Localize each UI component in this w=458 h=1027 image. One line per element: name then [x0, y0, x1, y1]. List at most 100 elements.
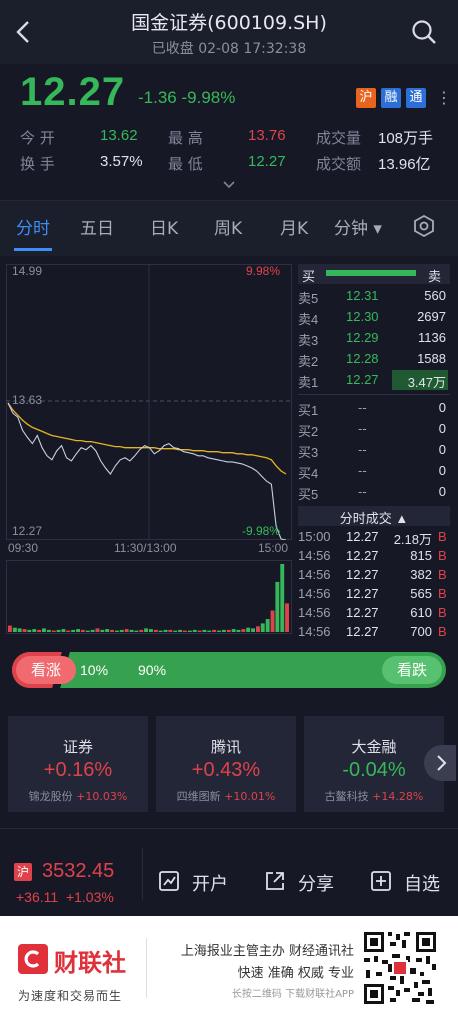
volume-bar — [260, 623, 265, 632]
pct-axis-min: -9.98% — [242, 524, 281, 538]
search-icon[interactable] — [410, 18, 438, 46]
trade-time: 14:56 — [298, 624, 331, 639]
amount-label: 成交额 — [316, 155, 362, 173]
volume-label: 成交量 — [316, 129, 362, 147]
volume-bar — [115, 630, 119, 632]
open-account-label: 开户 — [192, 874, 228, 895]
sector-name: 腾讯 — [210, 738, 241, 756]
footer-line2: 快速 准确 权威 专业 — [237, 966, 354, 981]
leader-name: 古鳌科技 — [324, 790, 369, 803]
ask4-price: 12.30 — [346, 309, 379, 324]
watchlist-label: 自选 — [404, 874, 440, 895]
shanghai-badge: 沪 — [356, 88, 376, 108]
volume-bar — [207, 630, 212, 632]
volume-bar — [270, 610, 275, 632]
volume-bar — [231, 629, 236, 632]
tab-five-day[interactable]: 五日 — [80, 214, 114, 239]
more-icon[interactable]: ⋮ — [436, 88, 452, 108]
toolbar-divider — [142, 848, 143, 900]
volume-bar — [56, 629, 61, 632]
footer-line3: 长按二维码 下载财联社APP — [231, 989, 354, 1000]
volume-bar — [22, 629, 27, 632]
trades-title[interactable]: 分时成交 ▲ — [298, 508, 450, 527]
next-sector-button[interactable] — [424, 745, 456, 781]
bearish-button[interactable]: 看跌 — [382, 656, 442, 684]
volume-bar — [226, 629, 231, 632]
volume-bar — [17, 628, 22, 632]
tab-monthly-k[interactable]: 月K — [280, 214, 308, 239]
bid3-price: -- — [358, 442, 367, 457]
tab-daily-k[interactable]: 日K — [150, 214, 178, 239]
ask5-price: 12.31 — [346, 288, 379, 303]
open-account-button[interactable]: 开户 — [158, 866, 264, 896]
volume-bar — [124, 629, 129, 632]
volume-bar — [192, 629, 197, 632]
tab-intraday[interactable]: 分时 — [16, 214, 50, 239]
footer-line1: 上海报业主管主办 财经通讯社 — [180, 944, 354, 959]
trade-price: 12.27 — [346, 586, 379, 601]
y-axis-max: 14.99 — [12, 264, 43, 278]
volume-bar — [187, 630, 192, 632]
bullish-button[interactable]: 看涨 — [16, 656, 76, 684]
volume-bar — [105, 629, 110, 632]
volume-bar — [110, 629, 114, 632]
volume-bar — [129, 629, 134, 632]
volume-bar — [8, 625, 12, 632]
volume-bar — [12, 627, 17, 632]
sector-card[interactable]: 证券 +0.16% 锦龙股份 +10.03% — [8, 716, 148, 812]
volume-bar — [256, 626, 260, 632]
high-value: 13.76 — [248, 127, 286, 144]
trade-qty: 815 — [410, 548, 432, 563]
brand-slogan: 为速度和交易而生 — [18, 989, 123, 1003]
volume-bar — [265, 619, 270, 632]
volume-bar — [66, 630, 71, 632]
sell-tag: 卖 — [428, 269, 442, 284]
volume-bar — [139, 629, 144, 632]
volume-bar — [37, 629, 42, 632]
trade-qty: 565 — [410, 586, 432, 601]
trade-price: 12.27 — [346, 567, 379, 582]
brand-logo-icon — [18, 944, 48, 974]
expand-chevron-icon[interactable] — [222, 180, 236, 190]
volume-bar — [246, 627, 251, 632]
sector-card[interactable]: 腾讯 +0.43% 四维图新 +10.01% — [156, 716, 296, 812]
ask2-price: 12.28 — [346, 351, 379, 366]
trade-side: B — [438, 548, 447, 563]
tab-minute[interactable]: 分钟 ▾ — [334, 214, 382, 239]
bid2-qty: 0 — [438, 421, 446, 436]
ask1-price: 12.27 — [346, 372, 379, 387]
volume-bar — [275, 581, 280, 632]
trade-qty: 700 — [410, 624, 432, 639]
volume-bar — [153, 629, 158, 632]
volume-bar — [241, 629, 246, 632]
add-watchlist-button[interactable]: 自选 — [370, 866, 450, 896]
amount-value: 13.96亿 — [378, 156, 431, 173]
share-button[interactable]: 分享 — [264, 866, 360, 896]
settings-icon[interactable] — [412, 214, 436, 238]
tab-weekly-k[interactable]: 周K — [214, 214, 242, 239]
volume-bar — [51, 630, 56, 632]
ask4-qty: 2697 — [417, 309, 446, 324]
index-change-pct: +1.03% — [65, 889, 114, 905]
orderbook-divider — [298, 394, 450, 395]
index-value[interactable]: 3532.45 — [42, 860, 114, 883]
trade-qty: 382 — [410, 567, 432, 582]
volume-bar — [46, 629, 51, 632]
connect-badge: 通 — [406, 88, 426, 108]
volume-bar — [149, 629, 153, 632]
price-line — [7, 402, 287, 540]
sector-card[interactable]: 大金融 -0.04% 古鳌科技 +14.28% — [304, 716, 444, 812]
trade-side: B — [438, 605, 447, 620]
ask5-qty: 560 — [424, 288, 446, 303]
volume-bar — [119, 629, 124, 632]
sector-change: +0.43% — [191, 759, 261, 781]
buy-sell-ratio-bar — [326, 270, 416, 276]
index-change: +36.11 +1.03% — [16, 889, 114, 905]
high-label: 最 高 — [168, 129, 203, 147]
bid3-qty: 0 — [438, 442, 446, 457]
volume-bar — [71, 629, 76, 632]
chart-trend-icon — [159, 871, 179, 891]
intraday-price-chart[interactable] — [6, 264, 292, 540]
bullish-percent: 10% — [80, 662, 109, 678]
ask3-qty: 1136 — [418, 330, 446, 345]
